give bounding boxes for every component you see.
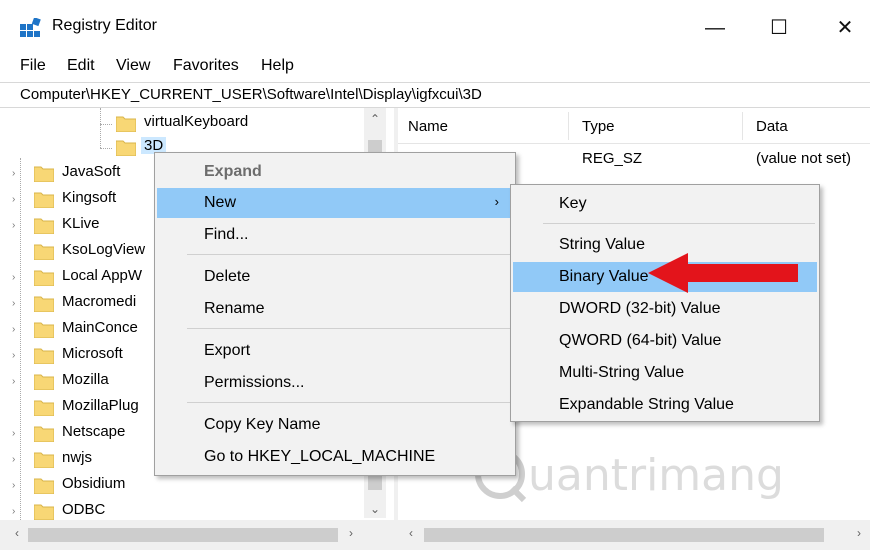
folder-icon — [33, 346, 55, 365]
folder-icon — [33, 372, 55, 391]
tree-item-label: Local AppW — [62, 267, 143, 284]
submenu-item-multi-string-value[interactable]: Multi-String Value — [513, 358, 817, 388]
tree-item-label: Kingsoft — [62, 189, 117, 206]
expand-chevron-icon[interactable]: › — [12, 298, 15, 309]
column-data[interactable]: Data — [756, 118, 788, 135]
expand-chevron-icon[interactable]: › — [12, 168, 15, 179]
menu-edit[interactable]: Edit — [67, 57, 95, 75]
menu-item-expand[interactable]: Expand — [157, 157, 513, 187]
address-bar[interactable]: Computer\HKEY_CURRENT_USER\Software\Inte… — [0, 82, 870, 108]
menu-item-permissions[interactable]: Permissions... — [157, 368, 513, 398]
expand-chevron-icon[interactable]: › — [12, 454, 15, 465]
menu-favorites[interactable]: Favorites — [173, 57, 239, 75]
window-title: Registry Editor — [52, 17, 157, 34]
tree-item-label: JavaSoft — [62, 163, 121, 180]
folder-icon — [33, 476, 55, 495]
submenu-item-dword-value[interactable]: DWORD (32-bit) Value — [513, 294, 817, 324]
folder-icon — [33, 190, 55, 209]
menu-item-new[interactable]: New › — [157, 188, 513, 218]
menu-view[interactable]: View — [116, 57, 150, 75]
folder-icon — [33, 424, 55, 443]
menu-item-rename[interactable]: Rename — [157, 294, 513, 324]
menu-file[interactable]: File — [20, 57, 46, 75]
address-path[interactable]: Computer\HKEY_CURRENT_USER\Software\Inte… — [20, 86, 482, 103]
tree-item-label: nwjs — [62, 449, 93, 466]
tree-item-label: Obsidium — [62, 475, 126, 492]
list-hscroll-thumb[interactable] — [424, 528, 824, 542]
scroll-left-icon[interactable]: ‹ — [6, 526, 28, 540]
close-button[interactable]: ✕ — [822, 10, 868, 46]
folder-icon — [33, 216, 55, 235]
tree-item-label: MainConce — [62, 319, 138, 336]
scroll-left-icon[interactable]: ‹ — [400, 526, 422, 540]
menu-bar: File Edit View Favorites Help — [0, 54, 870, 80]
expand-chevron-icon[interactable]: › — [12, 506, 15, 517]
folder-icon — [33, 164, 55, 183]
expand-chevron-icon[interactable]: › — [12, 376, 15, 387]
registry-editor-icon — [20, 17, 42, 38]
values-list-header: Name Type Data — [398, 108, 870, 144]
svg-text:uantrimang: uantrimang — [528, 450, 784, 501]
scroll-down-icon[interactable]: ⌄ — [364, 502, 386, 516]
tree-item-label: Microsoft — [62, 345, 123, 362]
scroll-up-icon[interactable]: ⌃ — [364, 112, 386, 126]
tree-item-label: KLive — [62, 215, 100, 232]
menu-separator — [187, 328, 511, 329]
folder-icon — [115, 114, 137, 133]
menu-help[interactable]: Help — [261, 57, 294, 75]
title-bar: Registry Editor — ☐ ✕ — [0, 0, 870, 54]
expand-chevron-icon[interactable]: › — [12, 480, 15, 491]
expand-chevron-icon[interactable]: › — [12, 324, 15, 335]
tree-item-label: KsoLogView — [62, 241, 146, 258]
scroll-right-icon[interactable]: › — [340, 526, 362, 540]
menu-item-export[interactable]: Export — [157, 336, 513, 366]
folder-icon — [33, 450, 55, 469]
expand-chevron-icon[interactable]: › — [12, 428, 15, 439]
menu-item-delete[interactable]: Delete — [157, 262, 513, 292]
folder-icon — [33, 320, 55, 339]
column-type[interactable]: Type — [582, 118, 615, 135]
new-submenu: Key String Value Binary Value DWORD (32-… — [510, 184, 820, 422]
menu-separator — [543, 223, 815, 224]
watermark-logo: uantrimang — [475, 449, 784, 503]
expand-chevron-icon[interactable]: › — [12, 272, 15, 283]
submenu-item-key[interactable]: Key — [513, 189, 817, 219]
tree-item-label: MozillaPlug — [62, 397, 139, 414]
folder-icon — [33, 294, 55, 313]
menu-item-copy-key-name[interactable]: Copy Key Name — [157, 410, 513, 440]
submenu-arrow-icon: › — [494, 194, 499, 209]
red-arrow-icon — [648, 253, 798, 293]
tree-item-label: Netscape — [62, 423, 126, 440]
folder-icon — [33, 502, 55, 520]
folder-icon — [33, 268, 55, 287]
tree-hscroll-thumb[interactable] — [28, 528, 338, 542]
context-menu: Expand New › Find... Delete Rename Expor… — [154, 152, 516, 476]
value-type: REG_SZ — [582, 150, 643, 167]
expand-chevron-icon[interactable]: › — [12, 220, 15, 231]
menu-separator — [187, 254, 511, 255]
submenu-item-qword-value[interactable]: QWORD (64-bit) Value — [513, 326, 817, 356]
column-name[interactable]: Name — [408, 118, 448, 135]
tree-item-label: virtualKeyboard — [144, 113, 249, 130]
menu-separator — [187, 402, 511, 403]
expand-chevron-icon[interactable]: › — [12, 194, 15, 205]
maximize-button[interactable]: ☐ — [756, 10, 802, 46]
tree-item-label: ODBC — [62, 501, 106, 518]
folder-icon — [33, 242, 55, 261]
menu-item-go-to-hklm[interactable]: Go to HKEY_LOCAL_MACHINE — [157, 442, 513, 472]
scroll-right-icon[interactable]: › — [848, 526, 870, 540]
minimize-button[interactable]: — — [692, 10, 738, 46]
menu-item-find[interactable]: Find... — [157, 220, 513, 250]
tree-item-label: Macromedi — [62, 293, 137, 310]
tree-item-label: Mozilla — [62, 371, 109, 388]
value-data: (value not set) — [756, 150, 852, 167]
expand-chevron-icon[interactable]: › — [12, 350, 15, 361]
folder-icon — [33, 398, 55, 417]
submenu-item-expandable-string-value[interactable]: Expandable String Value — [513, 390, 817, 420]
folder-icon — [115, 138, 137, 157]
